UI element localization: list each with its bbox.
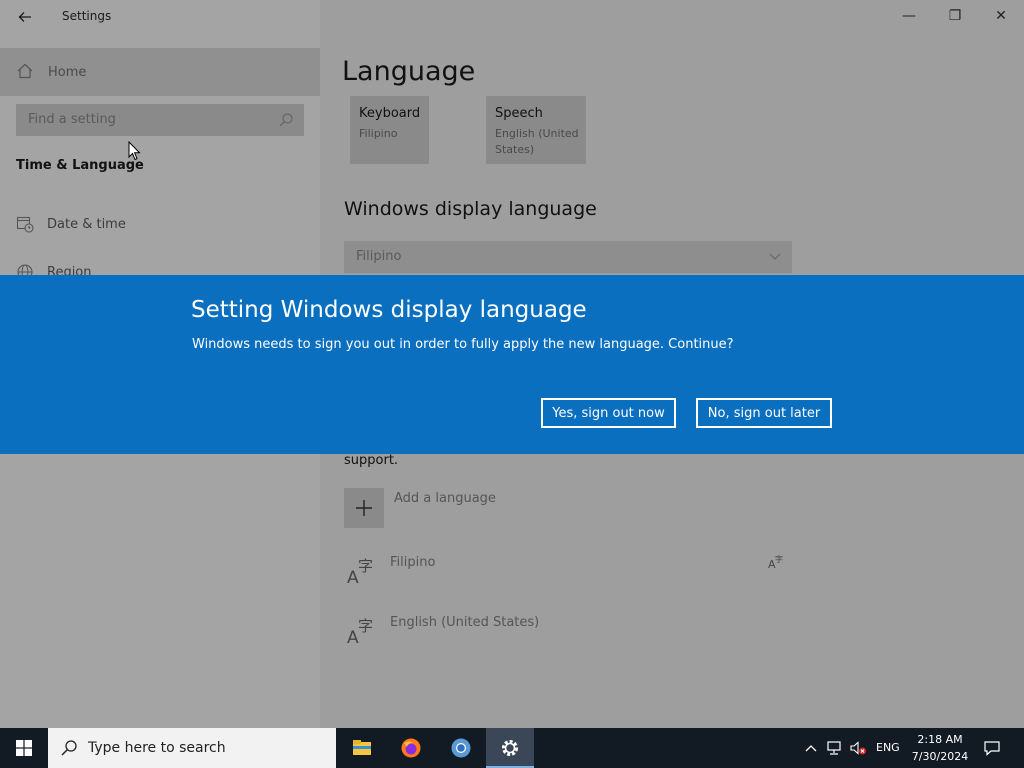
dialog-message: Windows needs to sign you out in order t… xyxy=(192,337,734,352)
taskbar-search-box[interactable]: Type here to search xyxy=(48,728,336,768)
display-language-badge-icon: A 字 xyxy=(768,554,783,570)
language-icon: A 字 xyxy=(347,617,373,648)
close-icon: ✕ xyxy=(995,8,1007,24)
firefox-button[interactable] xyxy=(387,728,435,768)
taskbar-search-placeholder: Type here to search xyxy=(88,740,226,756)
search-placeholder: Find a setting xyxy=(28,112,116,127)
language-item-english-us[interactable]: A 字 English (United States) xyxy=(344,612,794,662)
tile-title: Speech xyxy=(495,106,543,121)
support-text: support. xyxy=(344,453,399,468)
display-language-heading: Windows display language xyxy=(344,198,597,220)
sidebar-item-date-time[interactable]: Date & time xyxy=(0,205,320,245)
search-icon xyxy=(279,113,293,127)
dialog-title: Setting Windows display language xyxy=(191,297,587,323)
settings-taskbar-button[interactable] xyxy=(486,728,534,768)
language-icon: A 字 xyxy=(347,557,373,588)
language-item-filipino[interactable]: A 字 Filipino A 字 xyxy=(344,552,794,602)
clock[interactable]: 2:18 AM 7/30/2024 xyxy=(904,731,976,765)
plus-icon xyxy=(356,500,372,516)
restore-icon: ❐ xyxy=(948,8,962,24)
speech-tile[interactable]: Speech English (United States) xyxy=(486,96,586,164)
display-language-dropdown[interactable]: Filipino xyxy=(344,241,792,273)
notification-icon[interactable] xyxy=(983,739,1001,757)
svg-text:字: 字 xyxy=(775,554,783,564)
chevron-down-icon xyxy=(769,253,781,260)
svg-text:字: 字 xyxy=(358,557,373,575)
sign-out-dialog: Setting Windows display language Windows… xyxy=(0,275,1024,454)
back-button[interactable] xyxy=(14,6,36,28)
sidebar-item-home[interactable]: Home xyxy=(0,48,320,96)
search-icon xyxy=(61,740,77,756)
section-title: Time & Language xyxy=(16,158,144,173)
settings-search-input[interactable]: Find a setting xyxy=(16,104,304,136)
yes-sign-out-now-button[interactable]: Yes, sign out now xyxy=(541,398,676,428)
minimize-button[interactable]: — xyxy=(886,0,932,32)
sidebar-item-label: Home xyxy=(48,65,87,80)
language-label: English (United States) xyxy=(390,615,540,630)
clock-time: 2:18 AM xyxy=(917,733,963,746)
file-explorer-button[interactable] xyxy=(338,728,386,768)
minimize-icon: — xyxy=(902,8,916,24)
network-icon[interactable] xyxy=(826,740,844,756)
language-label: Filipino xyxy=(390,555,436,570)
sidebar-item-label: Date & time xyxy=(47,217,126,232)
firefox-icon xyxy=(401,738,421,758)
add-language-button[interactable] xyxy=(344,488,384,528)
home-icon xyxy=(17,63,33,79)
clock-date: 7/30/2024 xyxy=(911,750,969,763)
chrome-icon xyxy=(451,738,471,758)
taskbar: Type here to search ENG 2:18 AM 7/30/202… xyxy=(0,728,1024,768)
file-explorer-icon xyxy=(353,740,371,755)
sidebar-item-label: Region xyxy=(47,265,92,275)
globe-icon xyxy=(17,264,33,275)
close-button[interactable]: ✕ xyxy=(978,0,1024,32)
keyboard-tile[interactable]: Keyboard Filipino xyxy=(350,96,429,164)
start-button[interactable] xyxy=(0,728,48,768)
sidebar-item-region[interactable]: Region xyxy=(0,253,320,275)
add-language-label[interactable]: Add a language xyxy=(394,491,496,506)
tile-title: Keyboard xyxy=(359,106,421,121)
settings-gear-icon xyxy=(502,740,518,756)
tile-subtitle: Filipino xyxy=(359,127,398,140)
no-sign-out-later-button[interactable]: No, sign out later xyxy=(696,398,832,428)
dropdown-value: Filipino xyxy=(356,249,402,264)
windows-logo-icon xyxy=(16,740,32,756)
svg-text:字: 字 xyxy=(358,617,373,635)
chrome-button[interactable] xyxy=(437,728,485,768)
tile-subtitle: English (United States) xyxy=(495,127,579,156)
mouse-cursor-icon xyxy=(128,141,141,161)
app-title: Settings xyxy=(62,9,112,23)
chevron-up-icon[interactable] xyxy=(804,741,818,755)
volume-muted-icon[interactable] xyxy=(849,740,867,756)
calendar-clock-icon xyxy=(16,216,34,233)
maximize-button[interactable]: ❐ xyxy=(932,0,978,32)
page-title: Language xyxy=(342,56,476,87)
input-language-indicator[interactable]: ENG xyxy=(876,741,900,754)
